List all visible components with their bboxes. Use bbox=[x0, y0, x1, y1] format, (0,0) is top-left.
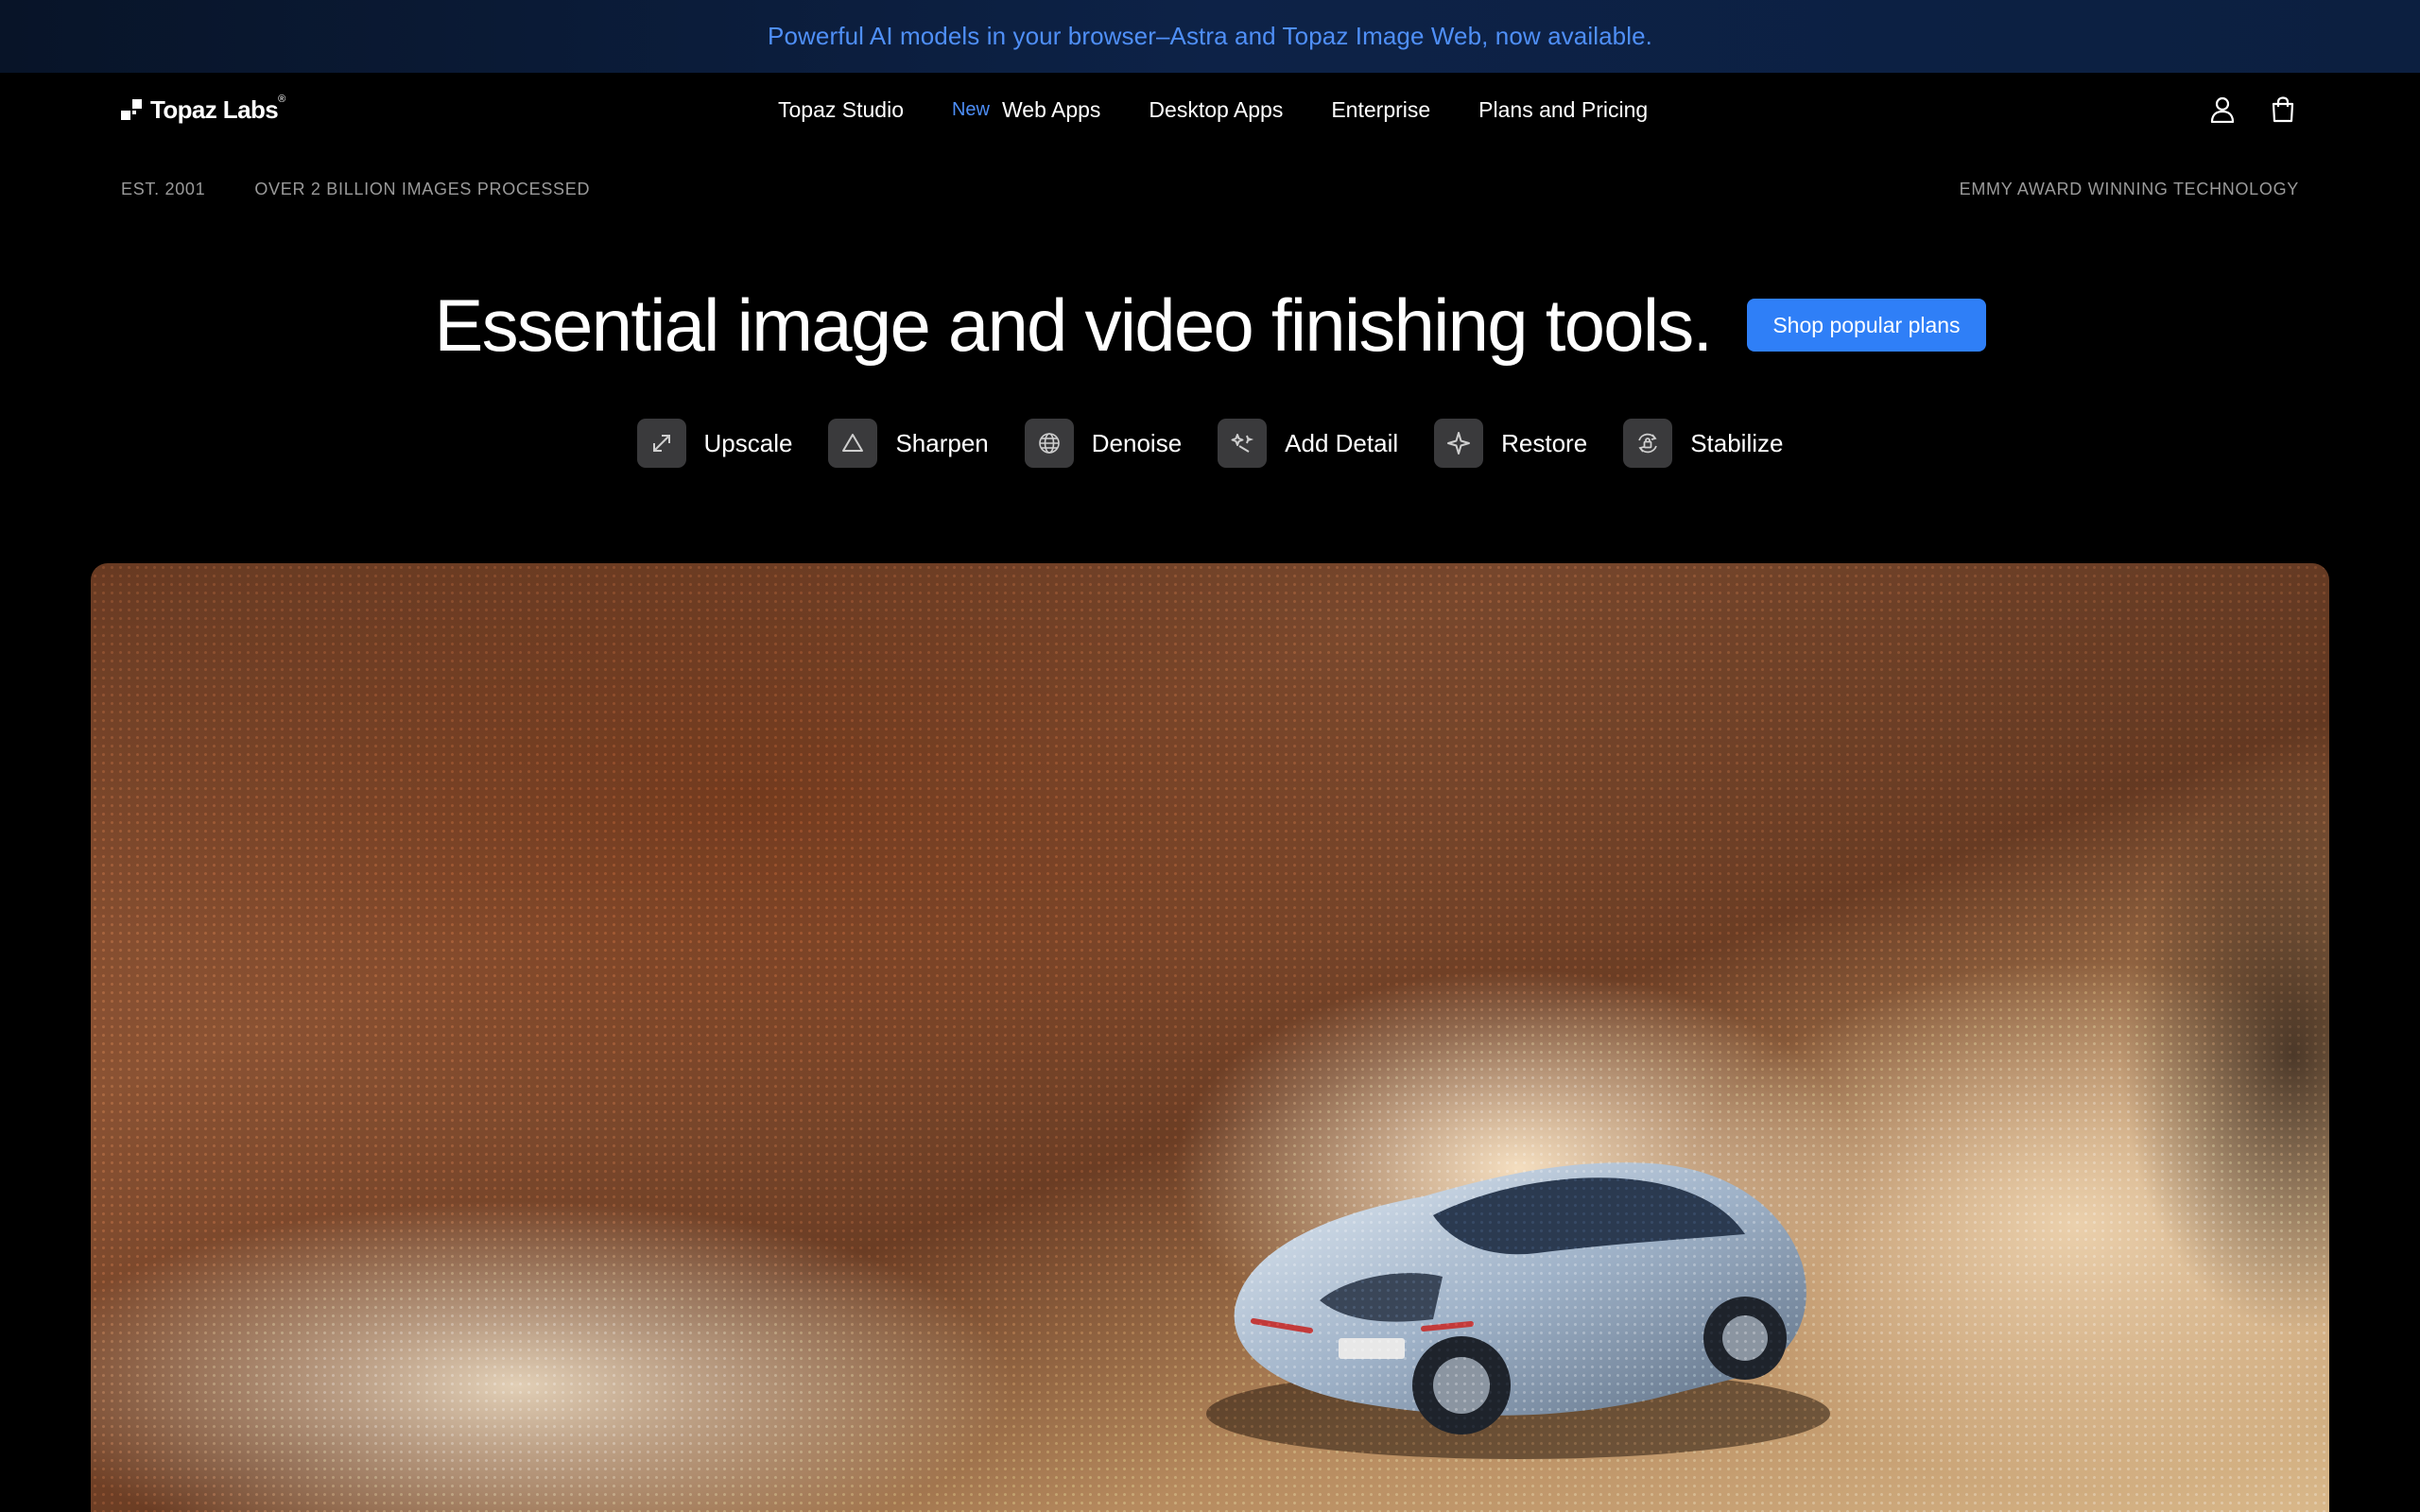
hero-title: Essential image and video finishing tool… bbox=[434, 284, 1713, 367]
triangle-icon bbox=[828, 419, 878, 468]
rotate-lock-icon bbox=[1623, 419, 1673, 468]
nav-desktop-apps[interactable]: Desktop Apps bbox=[1149, 97, 1283, 123]
tools-row: Upscale Sharpen Denoise Add Detail Resto… bbox=[0, 419, 2420, 468]
topaz-logo-icon bbox=[121, 99, 142, 120]
nav-plans-and-pricing[interactable]: Plans and Pricing bbox=[1478, 97, 1648, 123]
globe-grid-icon bbox=[1024, 419, 1074, 468]
tool-add-detail[interactable]: Add Detail bbox=[1218, 419, 1398, 468]
user-icon[interactable] bbox=[2206, 94, 2238, 126]
tool-upscale[interactable]: Upscale bbox=[636, 419, 792, 468]
sparkle-star-icon bbox=[1434, 419, 1484, 468]
award-text: EMMY AWARD WINNING TECHNOLOGY bbox=[1959, 180, 2299, 198]
main-nav: Topaz Studio New Web Apps Desktop Apps E… bbox=[778, 73, 1648, 146]
tool-stabilize[interactable]: Stabilize bbox=[1623, 419, 1783, 468]
logo[interactable]: Topaz Labs® bbox=[121, 93, 285, 124]
logo-text: Topaz Labs® bbox=[150, 93, 285, 124]
nav-web-apps[interactable]: New Web Apps bbox=[952, 97, 1100, 123]
halftone-overlay bbox=[91, 563, 2329, 1512]
images-processed-text: OVER 2 BILLION IMAGES PROCESSED bbox=[254, 180, 591, 198]
shopping-bag-icon[interactable] bbox=[2267, 94, 2299, 126]
nav-enterprise[interactable]: Enterprise bbox=[1331, 97, 1430, 123]
site-header: Topaz Labs® Topaz Studio New Web Apps De… bbox=[0, 73, 2420, 146]
tool-restore[interactable]: Restore bbox=[1434, 419, 1587, 468]
header-actions bbox=[2206, 73, 2299, 146]
tool-sharpen[interactable]: Sharpen bbox=[828, 419, 989, 468]
tool-denoise[interactable]: Denoise bbox=[1024, 419, 1182, 468]
sparkle-wand-icon bbox=[1218, 419, 1268, 468]
announcement-link[interactable]: Powerful AI models in your browser–Astra… bbox=[768, 22, 1652, 51]
hero: Essential image and video finishing tool… bbox=[0, 288, 2420, 362]
hero-media[interactable] bbox=[91, 563, 2329, 1512]
nav-topaz-studio[interactable]: Topaz Studio bbox=[778, 97, 904, 123]
announcement-banner[interactable]: Powerful AI models in your browser–Astra… bbox=[0, 0, 2420, 73]
shop-popular-plans-button[interactable]: Shop popular plans bbox=[1747, 299, 1986, 352]
established-text: EST. 2001 bbox=[121, 180, 206, 198]
meta-row: EST. 2001 OVER 2 BILLION IMAGES PROCESSE… bbox=[121, 180, 2299, 202]
expand-arrows-icon bbox=[636, 419, 686, 468]
new-badge: New bbox=[951, 98, 990, 120]
